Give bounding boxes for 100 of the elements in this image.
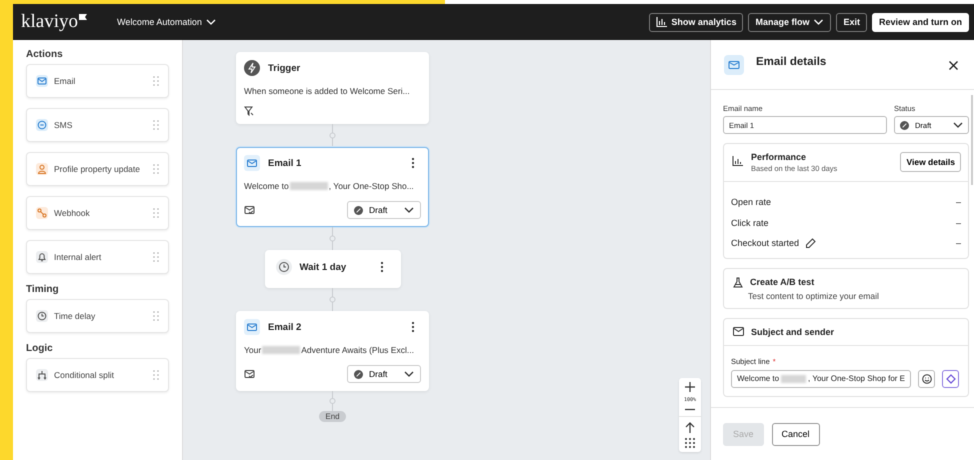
chevron-icon	[206, 17, 216, 27]
drag-handle-icon[interactable]	[153, 370, 159, 380]
action-label: Email	[54, 76, 76, 86]
up-arrow-icon[interactable]	[685, 422, 695, 433]
bell-icon	[37, 252, 47, 262]
preview-text: , Your One-Stop Sho...	[328, 181, 414, 191]
action-card[interactable]: Email	[26, 64, 169, 98]
section-title: Actions	[26, 49, 64, 60]
metric-label: Checkout started	[731, 238, 800, 248]
card-title: Performance	[751, 152, 808, 162]
connector-line	[329, 227, 336, 250]
clock-icon	[276, 259, 292, 275]
drag-handle-icon[interactable]	[153, 120, 159, 130]
connector-line	[329, 288, 336, 311]
node-title: Wait 1 day	[300, 262, 348, 272]
exit-button[interactable]: Exit	[836, 12, 867, 32]
zoom-in-icon[interactable]	[685, 382, 695, 392]
drag-handle-icon[interactable]	[153, 76, 159, 86]
action-label: SMS	[54, 120, 74, 130]
envelope-icon	[244, 155, 260, 171]
draft-status-icon	[354, 206, 363, 214]
envelope-icon	[37, 76, 47, 86]
card-title: Subject and sender	[751, 326, 834, 336]
link-icon	[37, 208, 47, 218]
connector-line	[329, 124, 336, 147]
pencil-icon[interactable]	[805, 238, 816, 249]
preview-text: Welcome to	[244, 181, 289, 191]
diamond-icon	[946, 374, 956, 384]
metric-label: Open rate	[731, 197, 772, 208]
node-title: Email 1	[268, 158, 302, 168]
zoom-out-icon[interactable]	[685, 408, 695, 411]
analytics-button[interactable]: Show analytics	[649, 12, 744, 32]
action-label: Conditional split	[54, 370, 116, 380]
clock-icon	[37, 311, 47, 321]
review-button[interactable]: Review and turn on	[872, 12, 969, 32]
cancel-button[interactable]: Cancel	[772, 422, 820, 446]
action-card[interactable]: Time delay	[26, 299, 169, 333]
redacted-text	[290, 182, 328, 190]
drag-handle-icon[interactable]	[153, 311, 159, 321]
view-details-button[interactable]: View details	[900, 152, 961, 172]
flask-icon	[733, 276, 743, 288]
status-dropdown[interactable]: Draft	[347, 365, 421, 383]
close-icon[interactable]	[949, 61, 958, 70]
action-card[interactable]: Profile property update	[26, 152, 169, 186]
bar-chart-icon	[656, 17, 668, 27]
action-label: Time delay	[54, 311, 96, 321]
trigger-description: When someone is added to Welcome Seri...	[244, 86, 411, 96]
section-title: Timing	[26, 284, 60, 295]
ab-test-card[interactable]: Create A/B test Test content to optimize your email	[723, 268, 969, 308]
metric-value: –	[956, 197, 961, 208]
action-card[interactable]: Conditional split	[26, 358, 169, 392]
draft-status-icon	[354, 370, 363, 378]
flow-node-card[interactable]: Wait 1 day	[264, 250, 400, 288]
chat-icon	[37, 120, 47, 130]
subject-line-field[interactable]: Welcome to , Your One-Stop Shop for E	[731, 370, 911, 388]
node-title: Trigger	[268, 62, 302, 74]
envelope-check-icon	[244, 205, 255, 215]
end-marker: End	[319, 411, 346, 422]
envelope-icon	[244, 319, 260, 335]
grid-dots-icon[interactable]	[685, 438, 695, 448]
preview-text: Adventure Awaits (Plus Excl...	[301, 345, 414, 355]
action-card[interactable]: SMS	[26, 108, 169, 142]
logo[interactable]: klaviyo	[21, 11, 87, 33]
action-card[interactable]: Webhook	[26, 196, 169, 230]
chevron-icon	[404, 369, 414, 379]
envelope-icon	[724, 54, 744, 74]
redacted-text	[262, 346, 300, 354]
flow-node-card[interactable]: Email 1 Welcome to , Your One-Stop Sho... Draft	[236, 147, 429, 227]
action-label: Webhook	[54, 208, 91, 218]
section-title: Logic	[26, 343, 54, 354]
emoji-button[interactable]	[918, 370, 935, 388]
chevron-icon	[813, 17, 824, 27]
more-options-icon[interactable]	[380, 261, 384, 273]
draft-status-icon	[900, 120, 909, 130]
flow-node-card[interactable]: Trigger When someone is added to Welcome Seri...	[236, 52, 429, 124]
bar-chart-icon	[732, 156, 743, 166]
action-label: Internal alert	[54, 252, 102, 262]
envelope-check-icon	[244, 369, 255, 379]
status-dropdown[interactable]: Draft	[347, 201, 421, 219]
manage-flow-button[interactable]: Manage flow	[748, 12, 832, 32]
drag-handle-icon[interactable]	[153, 252, 159, 262]
card-subtitle: Test content to optimize your email	[747, 290, 880, 300]
connector-line	[329, 391, 336, 411]
more-options-icon[interactable]	[411, 321, 415, 333]
funnel-icon	[244, 106, 254, 116]
node-title: Email 2	[268, 322, 302, 332]
chevron-icon	[404, 205, 414, 215]
panel-title: Email details	[756, 56, 828, 68]
ai-assist-button[interactable]	[942, 370, 959, 388]
drag-handle-icon[interactable]	[153, 164, 159, 174]
metric-label: Click rate	[731, 218, 769, 228]
flow-name-dropdown[interactable]: Welcome Automation	[117, 17, 216, 27]
drag-handle-icon[interactable]	[153, 208, 159, 218]
action-card[interactable]: Internal alert	[26, 240, 169, 274]
chevron-icon	[953, 120, 963, 130]
flow-node-card[interactable]: Email 2 Your Adventure Awaits (Plus Excl... Draft	[236, 311, 429, 391]
lightning-icon	[244, 60, 260, 76]
split-arrow-icon	[37, 370, 47, 380]
more-options-icon[interactable]	[411, 157, 415, 169]
metric-value: –	[956, 238, 961, 248]
